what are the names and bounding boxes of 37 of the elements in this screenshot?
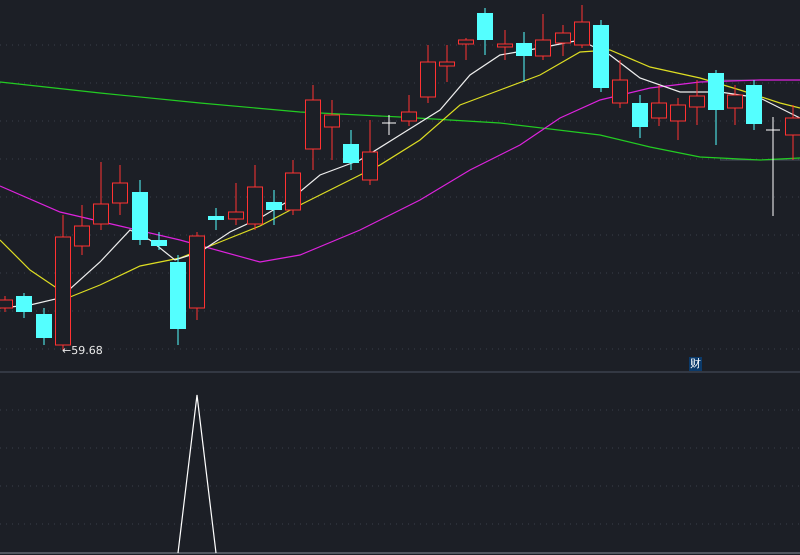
candlestick — [93, 162, 109, 230]
candlestick — [228, 182, 244, 226]
candlestick — [382, 114, 396, 136]
candlestick — [651, 84, 667, 126]
candlestick — [439, 44, 455, 82]
candlestick — [208, 208, 224, 230]
candlestick — [36, 308, 52, 346]
candlestick — [285, 160, 301, 216]
candlestick — [0, 296, 13, 312]
candlestick — [247, 164, 263, 230]
price-label: ←59.68 — [62, 344, 103, 357]
candlestick — [497, 30, 513, 60]
candlestick — [458, 38, 474, 60]
candlestick — [785, 104, 800, 160]
candlestick — [401, 94, 417, 126]
candlestick — [324, 100, 340, 160]
candlestick — [612, 60, 628, 108]
candlestick — [151, 232, 167, 250]
candlestick — [555, 24, 571, 56]
candlestick — [477, 8, 493, 56]
candlestick — [574, 4, 590, 48]
candlestick — [689, 80, 705, 126]
candlestick — [420, 44, 436, 104]
indicator-badge: 财 — [689, 357, 702, 371]
candlestick — [74, 204, 90, 256]
candlestick — [535, 14, 551, 60]
candlestick — [516, 32, 532, 82]
candlestick — [132, 180, 148, 246]
candlestick — [670, 98, 686, 140]
candlestick — [746, 80, 762, 130]
candlestick — [343, 130, 359, 170]
candlestick — [727, 84, 743, 126]
candlestick — [266, 190, 282, 226]
candlestick — [362, 120, 378, 186]
candlestick — [112, 164, 128, 216]
candlestick — [16, 292, 32, 318]
candlestick — [632, 94, 648, 138]
